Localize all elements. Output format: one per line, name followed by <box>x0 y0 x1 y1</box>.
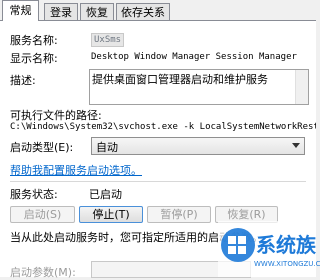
pause-button[interactable]: 暂停(P) <box>147 206 211 223</box>
start-params-label: 启动参数(M): <box>10 266 76 279</box>
service-status-value: 已启动 <box>89 188 122 201</box>
tab-general[interactable]: 常规 <box>2 0 39 21</box>
startup-type-select[interactable]: 自动 <box>91 137 305 155</box>
description-text: 提供桌面窗口管理器启动和维护服务 <box>92 73 268 86</box>
exe-path-value: C:\Windows\System32\svchost.exe -k Local… <box>10 122 316 132</box>
display-name-label: 显示名称: <box>10 52 58 65</box>
tab-logon[interactable]: 登录 <box>44 3 78 20</box>
exe-path-label: 可执行文件的路径: <box>10 109 102 122</box>
start-button[interactable]: 启动(S) <box>10 206 75 223</box>
tab-strip: 常规 登录 恢复 依存关系 <box>0 0 316 22</box>
help-configure-link[interactable]: 帮助我配置服务启动选项。 <box>10 162 142 178</box>
display-name-value: Desktop Window Manager Session Manager <box>91 52 297 62</box>
startup-type-value: 自动 <box>96 141 118 154</box>
service-status-label: 服务状态: <box>10 188 58 201</box>
watermark-url: WWW.XITONGZU.COM <box>254 260 320 268</box>
watermark-logo: 系统族 WWW.XITONGZU.COM <box>218 221 320 277</box>
service-name-label: 服务名称: <box>10 34 58 47</box>
tab-recovery[interactable]: 恢复 <box>80 3 114 20</box>
service-name-value: UxSms <box>91 33 125 47</box>
startup-type-label: 启动类型(E): <box>10 141 74 154</box>
chevron-down-icon <box>292 143 300 148</box>
divider <box>10 181 306 182</box>
description-box[interactable]: 提供桌面窗口管理器启动和维护服务 <box>89 69 309 105</box>
tab-dependencies[interactable]: 依存关系 <box>116 3 170 20</box>
description-label: 描述: <box>10 74 36 87</box>
description-scrollbar[interactable] <box>295 70 308 104</box>
stop-button[interactable]: 停止(T) <box>79 206 143 223</box>
watermark-text: 系统族 <box>256 233 316 257</box>
